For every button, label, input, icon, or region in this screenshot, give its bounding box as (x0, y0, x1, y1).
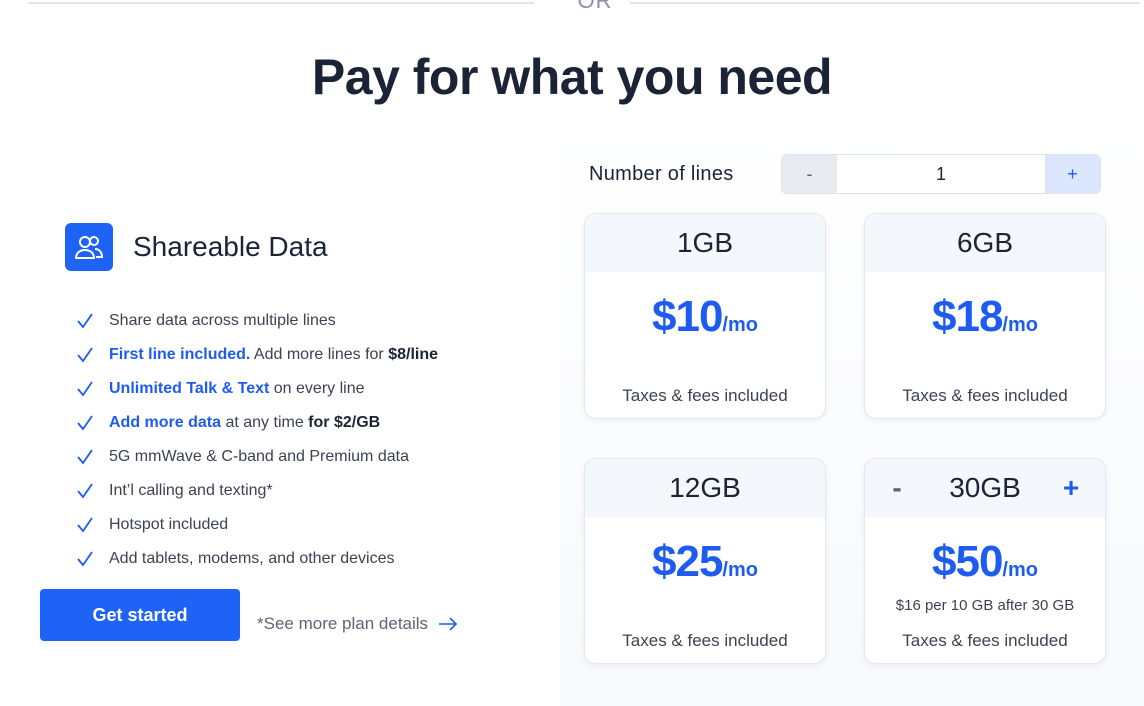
list-item-text: Share data across multiple lines (109, 312, 336, 330)
list-item: Share data across multiple lines (76, 304, 438, 338)
text-part: Share data across multiple lines (109, 312, 336, 329)
text-part: Add more lines for (250, 346, 389, 363)
list-item: 5G mmWave & C-band and Premium data (76, 440, 438, 474)
divider-line-right (630, 2, 1140, 4)
number-of-lines-label: Number of lines (589, 163, 734, 185)
price-period: /mo (722, 559, 758, 581)
check-icon (76, 380, 94, 398)
see-plan-details-link[interactable]: *See more plan details (257, 614, 458, 634)
plan-price: $25/mo (585, 537, 825, 587)
list-item: Add tablets, modems, and other devices (76, 542, 438, 576)
check-icon (76, 414, 94, 432)
price-period: /mo (1002, 314, 1038, 336)
price-amount: $50 (932, 537, 1003, 586)
plan-header: - 30GB + (865, 459, 1105, 517)
price-period: /mo (722, 314, 758, 336)
price-period: /mo (1002, 559, 1038, 581)
plan-tax-note: Taxes & fees included (622, 386, 788, 405)
text-part: Hotspot included (109, 516, 229, 533)
list-item: Int’l calling and texting* (76, 474, 438, 508)
list-item: Unlimited Talk & Text on every line (76, 372, 438, 406)
price-amount: $18 (932, 292, 1003, 341)
price-amount: $25 (652, 537, 723, 586)
lines-value[interactable]: 1 (837, 155, 1045, 193)
divider-line-left (28, 2, 534, 4)
text-part: $8/line (388, 346, 439, 363)
check-icon (76, 516, 94, 534)
text-part: 5G mmWave & C-band and Premium data (109, 448, 409, 465)
lines-increment-button[interactable]: + (1045, 155, 1100, 193)
price-amount: $10 (652, 292, 723, 341)
check-icon (76, 346, 94, 364)
plan-card-12gb[interactable]: 12GB $25/mo Taxes & fees included (584, 458, 826, 664)
divider-label: OR (577, 0, 613, 13)
feature-title: Shareable Data (133, 231, 328, 262)
check-icon (76, 312, 94, 330)
text-part: for $2/GB (308, 414, 381, 431)
shareable-data-section: Shareable Data Share data across multipl… (0, 120, 560, 706)
text-part: Int’l calling and texting* (109, 482, 273, 499)
get-started-button[interactable]: Get started (40, 589, 240, 641)
check-icon (76, 482, 94, 500)
list-item-text: 5G mmWave & C-band and Premium data (109, 448, 409, 466)
data-increment-button[interactable]: + (1051, 459, 1091, 517)
list-item-text: Add more data at any time for $2/GB (109, 414, 380, 432)
plan-name: 12GB (585, 459, 825, 517)
text-part: Unlimited Talk & Text (109, 380, 270, 397)
plan-price: $18/mo (865, 292, 1105, 342)
lines-stepper: - 1 + (781, 154, 1101, 194)
list-item-text: Add tablets, modems, and other devices (109, 550, 395, 568)
list-item: Add more data at any time for $2/GB (76, 406, 438, 440)
text-part: at any time (221, 414, 309, 431)
text-part: on every line (269, 380, 365, 397)
list-item-text: Hotspot included (109, 516, 228, 534)
list-item-text: Unlimited Talk & Text on every line (109, 380, 365, 398)
plan-card-6gb[interactable]: 6GB $18/mo Taxes & fees included (864, 213, 1106, 419)
list-item: First line included. Add more lines for … (76, 338, 438, 372)
users-icon (65, 223, 113, 271)
list-item-text: First line included. Add more lines for … (109, 346, 438, 364)
plan-tax-note: Taxes & fees included (902, 386, 1068, 405)
plan-card-30gb[interactable]: - 30GB + $50/mo $16 per 10 GB after 30 G… (864, 458, 1106, 664)
list-item: Hotspot included (76, 508, 438, 542)
arrow-right-icon (438, 617, 458, 631)
list-item-text: Int’l calling and texting* (109, 482, 273, 500)
plan-tax-note: Taxes & fees included (622, 631, 788, 650)
plan-tax-note: Taxes & fees included (902, 631, 1068, 650)
see-plan-details-label: *See more plan details (257, 614, 429, 633)
plan-name: 1GB (585, 214, 825, 272)
data-decrement-button[interactable]: - (877, 459, 917, 517)
or-divider: OR (28, 0, 1140, 20)
text-part: Add tablets, modems, and other devices (109, 550, 395, 567)
plan-name: 30GB (949, 472, 1021, 503)
plan-name: 6GB (865, 214, 1105, 272)
plan-card-1gb[interactable]: 1GB $10/mo Taxes & fees included (584, 213, 826, 419)
feature-list: Share data across multiple lines First l… (76, 304, 438, 576)
check-icon (76, 448, 94, 466)
plan-price: $10/mo (585, 292, 825, 342)
check-icon (76, 550, 94, 568)
feature-header: Shareable Data (65, 223, 328, 271)
lines-decrement-button[interactable]: - (782, 155, 837, 193)
plan-overage-note: $16 per 10 GB after 30 GB (895, 597, 1075, 614)
text-part: Add more data (109, 414, 222, 431)
plan-price: $50/mo (865, 537, 1105, 587)
page-title: Pay for what you need (311, 49, 833, 105)
text-part: First line included. (109, 346, 251, 363)
